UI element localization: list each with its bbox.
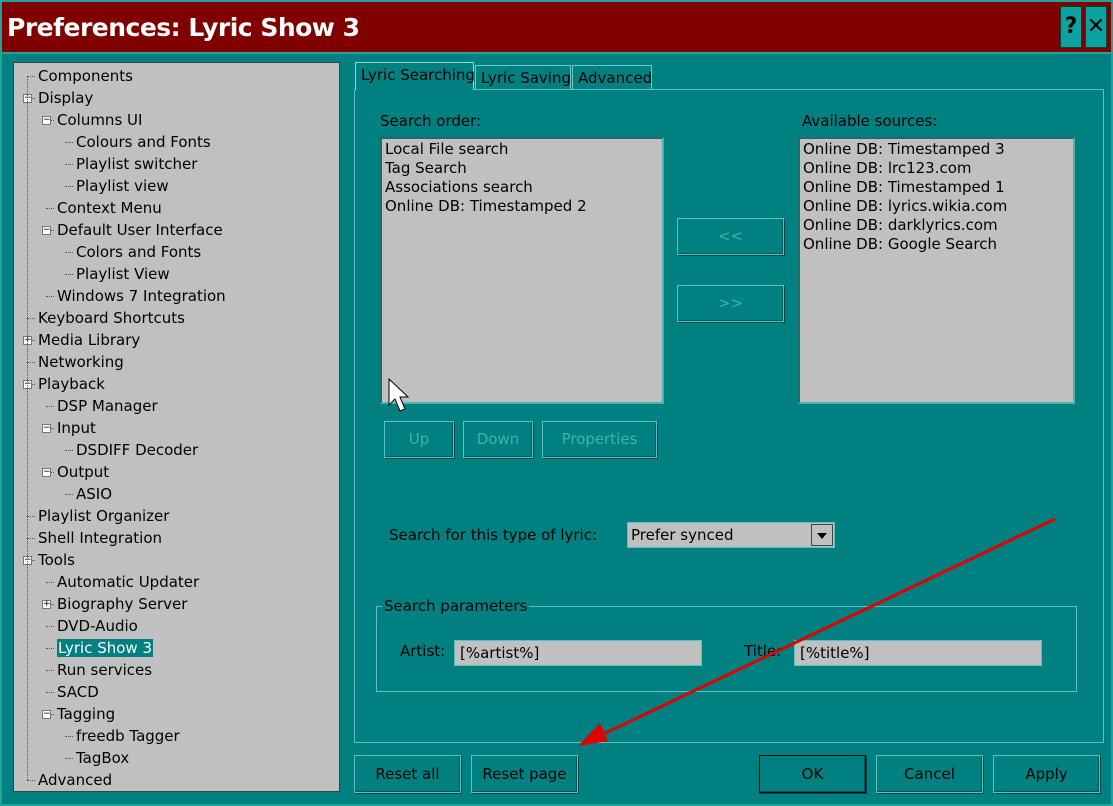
annotation-overlay: [388, 377, 1056, 746]
mouse-cursor-icon: [388, 377, 410, 412]
red-arrow-head: [578, 723, 608, 746]
red-arrow-line: [594, 517, 1056, 740]
